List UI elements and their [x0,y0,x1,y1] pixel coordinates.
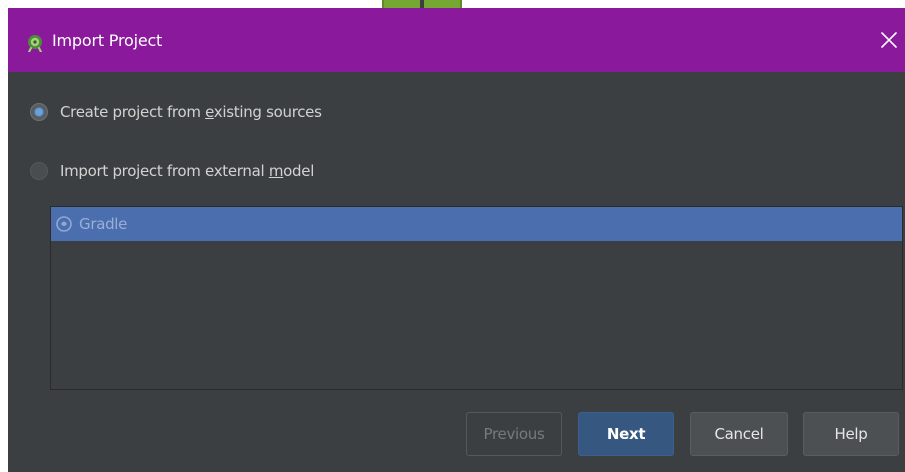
create-from-sources-label: Create project from existing sources [60,103,322,121]
external-model-list[interactable]: Gradle [50,206,903,390]
next-button[interactable]: Next [578,412,674,456]
close-icon[interactable] [879,30,899,50]
android-studio-icon [28,35,42,52]
help-button[interactable]: Help [803,412,899,456]
import-external-model-label: Import project from external model [60,162,315,180]
previous-button[interactable]: Previous [466,412,562,456]
background-window-edge [382,0,462,8]
cancel-button[interactable]: Cancel [690,412,788,456]
gradle-icon [56,216,72,232]
radio-unselected-icon[interactable] [30,162,48,180]
radio-selected-icon[interactable] [30,103,48,121]
dialog-title: Import Project [52,31,163,50]
list-item-label: Gradle [79,215,128,233]
title-bar: Import Project [8,8,905,72]
radio-create-from-sources[interactable]: Create project from existing sources [30,100,322,124]
import-project-dialog: Import Project Create project from exist… [8,8,905,472]
list-item-gradle[interactable]: Gradle [51,207,902,241]
radio-import-external-model[interactable]: Import project from external model [30,159,314,183]
